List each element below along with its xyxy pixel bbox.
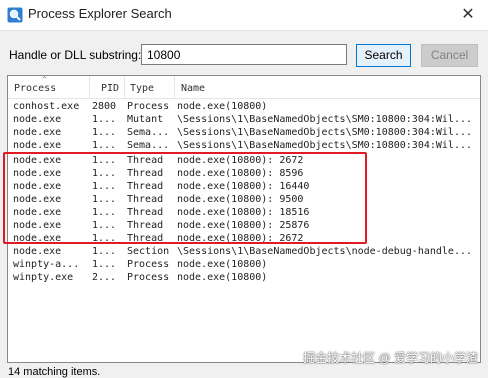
table-row[interactable]: node.exe 1... Thread node.exe(10800): 26… [8,154,480,167]
cell-name: node.exe(10800) [177,259,268,270]
cell-name: node.exe(10800): 9500 [177,194,304,205]
cancel-button-label: Cancel [430,48,469,62]
cell-pid: 1... [92,127,117,138]
cell-type: Thread [127,168,164,179]
window-title: Process Explorer Search [28,6,172,21]
table-row[interactable]: node.exe 1... Sema... \Sessions\1\BaseNa… [8,139,480,152]
search-button[interactable]: Search [356,44,411,67]
cell-type: Thread [127,207,164,218]
column-header-process[interactable]: Process [14,83,56,94]
cell-type: Thread [127,233,164,244]
close-button[interactable]: ✕ [448,0,488,30]
cell-type: Thread [127,220,164,231]
cell-name: node.exe(10800) [177,101,268,112]
cell-type: Section [127,246,170,257]
column-header-pid[interactable]: PID [101,83,119,94]
cell-type: Process [127,101,170,112]
list-header: ^ Process PID Type Name [8,76,480,99]
status-text: 14 matching items. [8,366,101,378]
cell-process: node.exe [13,114,62,125]
cell-process: winpty.exe [13,272,74,283]
close-icon: ✕ [461,6,475,23]
cell-pid: 1... [92,220,117,231]
cell-name: \Sessions\1\BaseNamedObjects\SM0:10800:3… [177,127,473,138]
cell-name: node.exe(10800) [177,272,268,283]
cell-name: node.exe(10800): 2672 [177,233,304,244]
cell-pid: 1... [92,155,117,166]
cell-name: node.exe(10800): 25876 [177,220,310,231]
magnifier-search-icon [7,7,23,23]
cancel-button[interactable]: Cancel [421,44,478,67]
cell-type: Thread [127,194,164,205]
cell-process: node.exe [13,220,62,231]
table-row[interactable]: node.exe 1... Sema... \Sessions\1\BaseNa… [8,126,480,139]
cell-name: node.exe(10800): 8596 [177,168,304,179]
cell-process: node.exe [13,233,62,244]
table-row[interactable]: node.exe 1... Thread node.exe(10800): 25… [8,219,480,232]
cell-process: node.exe [13,155,62,166]
cell-name: \Sessions\1\BaseNamedObjects\SM0:10800:3… [177,114,473,125]
table-row[interactable]: winpty.exe 2... Process node.exe(10800) [8,271,480,284]
table-row[interactable]: node.exe 1... Mutant \Sessions\1\BaseNam… [8,113,480,126]
cell-name: node.exe(10800): 2672 [177,155,304,166]
cell-type: Process [127,272,170,283]
cell-type: Thread [127,181,164,192]
cell-pid: 1... [92,194,117,205]
cell-type: Process [127,259,170,270]
table-row[interactable]: node.exe 1... Thread node.exe(10800): 16… [8,180,480,193]
column-divider[interactable] [124,76,125,98]
cell-pid: 1... [92,207,117,218]
cell-pid: 1... [92,140,117,151]
column-divider[interactable] [174,76,175,98]
search-button-label: Search [364,48,403,62]
cell-pid: 1... [92,233,117,244]
cell-pid: 1... [92,168,117,179]
cell-process: node.exe [13,207,62,218]
column-header-type[interactable]: Type [130,83,154,94]
table-row[interactable]: conhost.exe 2800 Process node.exe(10800) [8,100,480,113]
table-row[interactable]: node.exe 1... Thread node.exe(10800): 26… [8,232,480,245]
results-list[interactable]: ^ Process PID Type Name conhost.exe 2800… [7,75,481,363]
cell-process: node.exe [13,140,62,151]
cell-pid: 1... [92,181,117,192]
cell-pid: 1... [92,246,117,257]
cell-process: node.exe [13,246,62,257]
search-label: Handle or DLL substring: [9,48,142,62]
cell-process: node.exe [13,127,62,138]
cell-pid: 2800 [92,101,117,112]
cell-process: winpty-a... [13,259,80,270]
cell-process: conhost.exe [13,101,80,112]
cell-type: Sema... [127,127,170,138]
cell-name: node.exe(10800): 18516 [177,207,310,218]
cell-process: node.exe [13,181,62,192]
column-divider[interactable] [89,76,90,98]
cell-pid: 1... [92,259,117,270]
cell-pid: 2... [92,272,117,283]
cell-type: Mutant [127,114,164,125]
watermark-text: 掘金技术社区 @ 爱学习的小学渣 [303,351,478,365]
cell-name: \Sessions\1\BaseNamedObjects\SM0:10800:3… [177,140,473,151]
title-bar: Process Explorer Search ✕ [0,0,488,31]
cell-process: node.exe [13,194,62,205]
cell-type: Sema... [127,140,170,151]
table-row[interactable]: winpty-a... 1... Process node.exe(10800) [8,258,480,271]
cell-name: node.exe(10800): 16440 [177,181,310,192]
cell-type: Thread [127,155,164,166]
cell-name: \Sessions\1\BaseNamedObjects\node-debug-… [177,246,473,257]
column-header-name[interactable]: Name [181,83,205,94]
cell-pid: 1... [92,114,117,125]
table-row[interactable]: node.exe 1... Section \Sessions\1\BaseNa… [8,245,480,258]
search-input[interactable] [141,44,347,65]
table-row[interactable]: node.exe 1... Thread node.exe(10800): 18… [8,206,480,219]
table-row[interactable]: node.exe 1... Thread node.exe(10800): 95… [8,193,480,206]
table-row[interactable]: node.exe 1... Thread node.exe(10800): 85… [8,167,480,180]
cell-process: node.exe [13,168,62,179]
